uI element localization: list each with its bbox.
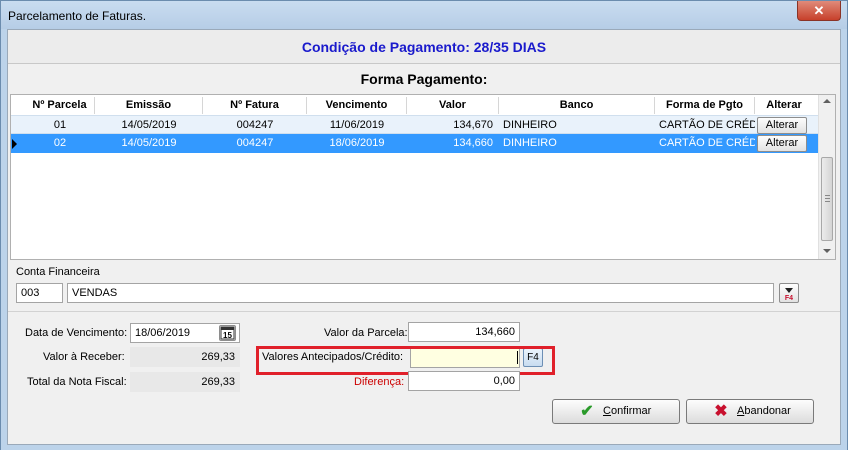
cell-banco: DINHEIRO (503, 119, 557, 131)
lookup-icon: F4 (785, 288, 793, 302)
confirmar-label: Confirmar (603, 405, 652, 417)
close-icon: ✕ (813, 3, 825, 18)
close-button[interactable]: ✕ (797, 1, 841, 21)
condicao-header: Condição de Pagamento: 28/35 DIAS (8, 30, 840, 64)
svg-text:F4: F4 (785, 295, 793, 302)
cell-fatura: 004247 (236, 137, 274, 149)
cell-parcela: 01 (53, 119, 67, 131)
total-nf-field: 269,33 (130, 372, 240, 392)
scroll-thumb[interactable] (821, 157, 833, 241)
calendar-icon: 15 (220, 326, 235, 340)
col-header-vencimento[interactable]: Vencimento (307, 97, 407, 114)
cell-vencimento: 11/06/2019 (329, 119, 385, 131)
table-row[interactable]: 02 14/05/2019 004247 18/06/2019 134,660 … (11, 134, 819, 153)
abandonar-button[interactable]: ✖ Abandonar (686, 399, 814, 424)
grip-line (825, 195, 830, 196)
data-vencimento-label: Data de Vencimento: (25, 327, 128, 339)
valor-parcela-label: Valor da Parcela: (324, 327, 408, 339)
scroll-up-arrow-icon[interactable] (823, 99, 831, 103)
svg-text:15: 15 (223, 331, 232, 340)
window-title: Parcelamento de Faturas. (8, 9, 147, 23)
valor-receber-label: Valor à Receber: (43, 351, 125, 363)
conta-name-field[interactable]: VENDAS (67, 283, 774, 303)
col-header-emissao[interactable]: Emissão (95, 97, 203, 114)
conta-code-field[interactable]: 003 (16, 283, 63, 303)
cell-forma: CARTÃO DE CRÉDITO (659, 137, 755, 149)
grip-line (825, 201, 830, 202)
col-header-forma[interactable]: Forma de Pgto (655, 97, 755, 114)
conta-lookup-button[interactable]: F4 (779, 283, 799, 303)
col-header-alterar[interactable]: Alterar (755, 97, 813, 114)
section-divider (8, 311, 840, 312)
cell-banco: DINHEIRO (503, 137, 557, 149)
scroll-down-arrow-icon[interactable] (823, 249, 831, 253)
cell-fatura: 004247 (236, 119, 274, 131)
col-header-banco[interactable]: Banco (499, 97, 655, 114)
alterar-button[interactable]: Alterar (757, 117, 807, 134)
col-header-parcela[interactable]: Nº Parcela (25, 97, 95, 114)
dialog-window: Parcelamento de Faturas. ✕ Condição de P… (0, 0, 848, 450)
parcelas-grid[interactable]: Nº Parcela Emissão Nº Fatura Vencimento … (10, 94, 836, 260)
table-row[interactable]: 01 14/05/2019 004247 11/06/2019 134,670 … (11, 115, 819, 134)
cell-parcela: 02 (53, 137, 67, 149)
grid-header: Nº Parcela Emissão Nº Fatura Vencimento … (11, 97, 819, 114)
grip-line (825, 198, 830, 199)
current-row-indicator-icon (12, 139, 17, 149)
window-bottom-frame (1, 445, 847, 450)
title-bar[interactable]: Parcelamento de Faturas. ✕ (1, 1, 847, 29)
cell-vencimento: 18/06/2019 (329, 137, 385, 149)
grid-vertical-scrollbar[interactable] (818, 95, 835, 259)
alterar-button[interactable]: Alterar (757, 135, 807, 152)
abandonar-label: Abandonar (737, 405, 791, 417)
col-header-fatura[interactable]: Nº Fatura (203, 97, 307, 114)
diferenca-label: Diferença: (354, 376, 405, 388)
cell-emissao: 14/05/2019 (121, 119, 177, 131)
cell-valor: 134,660 (453, 137, 493, 149)
condicao-pagamento-title: Condição de Pagamento: 28/35 DIAS (301, 39, 547, 55)
diferenca-field[interactable]: 0,00 (408, 371, 520, 391)
cell-forma: CARTÃO DE CRÉDITO (659, 119, 755, 131)
x-icon: ✖ (714, 403, 728, 420)
conta-financeira-label: Conta Financeira (16, 266, 100, 278)
cell-emissao: 14/05/2019 (121, 137, 177, 149)
calendar-button[interactable]: 15 (219, 325, 236, 341)
checkmark-icon: ✔ (580, 403, 594, 420)
col-header-valor[interactable]: Valor (407, 97, 499, 114)
valor-receber-field: 269,33 (130, 347, 240, 367)
forma-pagamento-title: Forma Pagamento: (360, 71, 488, 87)
dialog-client-area: Condição de Pagamento: 28/35 DIAS Forma … (7, 29, 841, 445)
cell-valor: 134,670 (453, 119, 493, 131)
confirmar-button[interactable]: ✔ Confirmar (552, 399, 680, 424)
valor-parcela-field[interactable]: 134,660 (408, 322, 520, 342)
total-nf-label: Total da Nota Fiscal: (27, 376, 127, 388)
